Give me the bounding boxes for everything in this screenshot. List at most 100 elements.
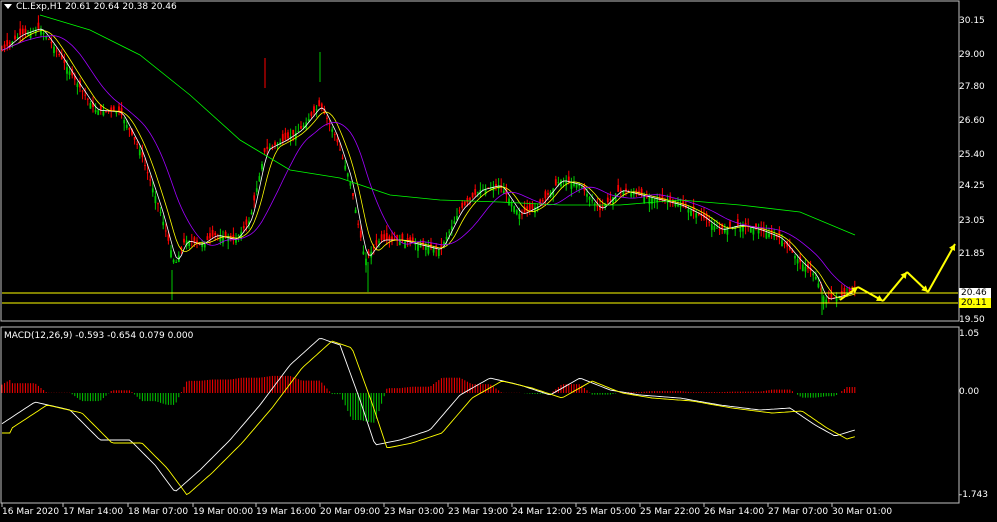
candle-body: [21, 28, 24, 35]
time-label: 19 Mar 16:00: [256, 507, 317, 517]
line-price-tag: 20.11: [959, 298, 991, 308]
price-label: 26.60: [959, 116, 985, 126]
candle-body: [801, 264, 804, 272]
candle-body: [677, 204, 679, 207]
candle-body: [378, 241, 380, 243]
candle-body: [47, 39, 50, 41]
candle-body: [531, 203, 534, 209]
candle-body: [97, 110, 100, 115]
candle-body: [333, 134, 336, 136]
candle-body: [812, 273, 815, 276]
candle-body: [679, 205, 682, 208]
ma-long-line: [39, 14, 856, 236]
candle-body: [89, 103, 92, 109]
chart-title[interactable]: CL.Exp,H1 20.61 20.64 20.38 20.46: [4, 2, 177, 12]
candle-body: [144, 164, 146, 166]
candle-body: [578, 184, 581, 186]
candle-body: [375, 240, 378, 245]
candle-body: [476, 192, 479, 194]
time-label: 18 Mar 07:00: [128, 507, 189, 517]
candle-body: [695, 213, 698, 218]
candle-body: [302, 125, 305, 128]
candle-body: [729, 221, 731, 228]
candle-body: [515, 210, 518, 215]
candle-body: [528, 203, 531, 211]
macd-title: MACD(12,26,9) -0.593 -0.654 0.079 0.000: [4, 331, 194, 341]
candle-body: [40, 29, 42, 35]
candle-body: [757, 229, 760, 234]
candle-body: [331, 129, 334, 132]
chart-canvas[interactable]: [0, 0, 997, 522]
candle-body: [3, 44, 6, 49]
candle-body: [94, 110, 97, 113]
candle-body: [653, 198, 656, 202]
price-label: 30.15: [959, 16, 985, 26]
candle-body: [154, 196, 157, 204]
candle-body: [648, 197, 651, 205]
candle-body: [783, 243, 786, 245]
candle-body: [513, 206, 516, 213]
macd-level-label: -1.743: [959, 490, 989, 500]
candlestick-series: [1, 15, 856, 315]
candle-body: [632, 193, 635, 195]
candle-body: [606, 197, 609, 203]
time-label: 20 Mar 09:00: [320, 507, 381, 517]
candle-body: [357, 223, 360, 225]
price-label: 23.05: [959, 216, 985, 226]
candle-body: [796, 259, 799, 264]
candle-body: [401, 233, 404, 241]
macd-signal-line: [2, 340, 855, 496]
candle-body: [843, 288, 846, 295]
candle-body: [365, 258, 367, 266]
candle-body: [466, 197, 469, 203]
candle-body: [765, 232, 768, 239]
candle-body: [736, 219, 739, 226]
candle-body: [287, 132, 289, 138]
candle-body: [55, 50, 58, 52]
candle-body: [453, 221, 456, 224]
candle-body: [149, 179, 152, 181]
candle-body: [128, 127, 131, 130]
candle-body: [138, 149, 141, 156]
candle-body: [274, 142, 276, 145]
candle-body: [14, 35, 16, 40]
candle-body: [318, 100, 321, 106]
candle-body: [211, 230, 214, 237]
candle-body: [814, 277, 817, 280]
time-label: 26 Mar 14:00: [704, 507, 765, 517]
candle-body: [133, 136, 136, 140]
moving-averages: [1, 14, 856, 300]
forecast-arrow-segment: [927, 243, 956, 293]
candle-body: [388, 236, 391, 240]
time-label: 23 Mar 19:00: [448, 507, 509, 517]
symbol-quote: CL.Exp,H1 20.61 20.64 20.38 20.46: [16, 2, 177, 12]
ma-mid-line: [1, 30, 855, 299]
candle-body: [261, 164, 263, 170]
candle-body: [175, 262, 178, 263]
macd-lines: [1, 338, 855, 496]
candle-body: [383, 234, 386, 240]
candle-body: [471, 192, 474, 198]
current-price-tag: 20.46: [959, 288, 991, 298]
time-label: 30 Mar 01:00: [832, 507, 893, 517]
candle-body: [690, 210, 692, 216]
candle-body: [617, 185, 620, 192]
candle-body: [469, 197, 471, 200]
candle-body: [313, 106, 315, 113]
macd-level-label: 1.05: [959, 329, 980, 339]
candle-body: [749, 227, 752, 233]
time-label: 25 Mar 22:00: [640, 507, 701, 517]
candle-body: [352, 192, 354, 196]
candle-body: [271, 145, 274, 147]
candle-body: [380, 234, 383, 240]
candle-body: [245, 219, 248, 225]
candle-body: [263, 148, 266, 152]
support-lines: [2, 292, 958, 304]
candle-body: [385, 233, 388, 240]
candle-body: [86, 98, 89, 100]
candle-body: [250, 212, 253, 215]
candle-body: [81, 90, 84, 92]
candle-body: [42, 32, 45, 35]
dropdown-arrow-icon[interactable]: [4, 4, 12, 9]
candle-body: [58, 54, 61, 56]
